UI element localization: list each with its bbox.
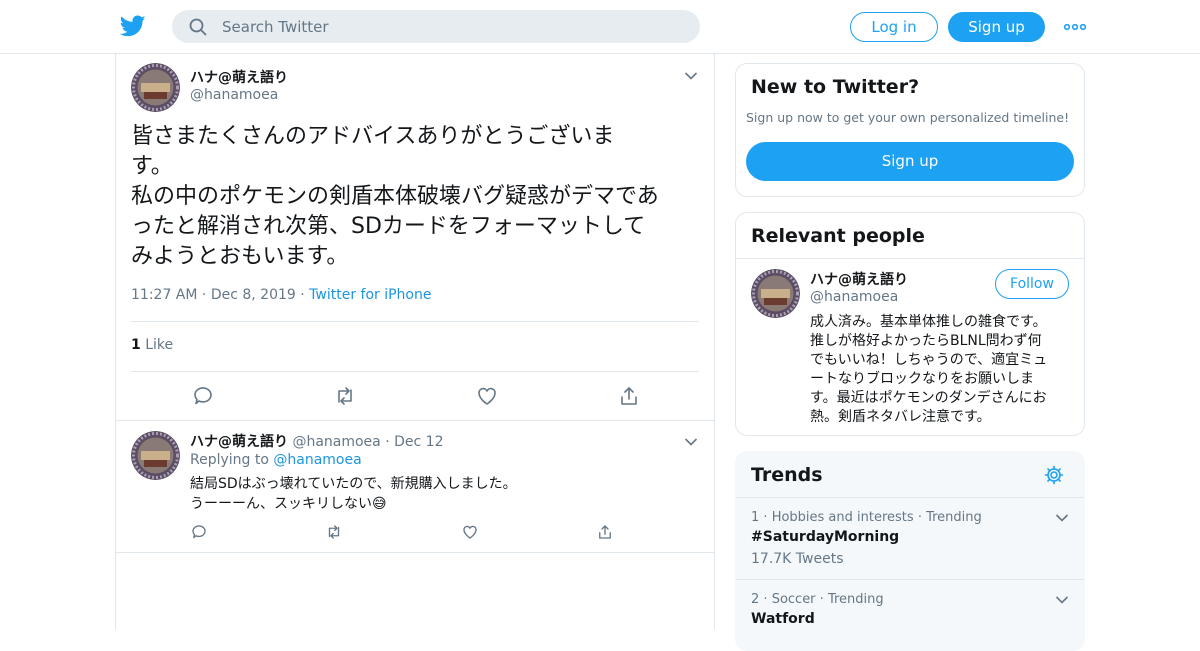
bio-line: す。最近はポケモンのダンデさんにお (810, 390, 1047, 406)
share-icon[interactable] (617, 384, 641, 408)
reply-tweet[interactable]: ハナ@萌え語り @hanamoea · Dec 12 Replying to @… (116, 420, 714, 553)
meta-separator: · (385, 434, 395, 450)
bio-line: でもいいね！しちゃうので、適宜ミュ (810, 352, 1048, 368)
meta-separator: · (201, 287, 211, 303)
chevron-down-icon[interactable] (684, 71, 698, 81)
sweat-smile-emoji: 😅 (372, 496, 387, 512)
reply-text-line: 結局SDはぶっ壊れていたので、新規購入しました。 (190, 476, 517, 492)
reply-icon[interactable] (190, 523, 208, 541)
retweet-icon[interactable] (325, 523, 343, 541)
settings-gear-icon[interactable] (1044, 465, 1064, 485)
person-bio: 成人済み。基本単体推しの雑食です。 推しが格好よかったらBLNL問わず何 でもい… (810, 313, 1047, 427)
replying-to-handle[interactable]: @hanamoea (273, 452, 361, 468)
like-count: 1 (131, 337, 141, 353)
bio-line: 熱。剣盾ネタバレ注意です。 (810, 409, 991, 425)
like-stats[interactable]: 1 Like (131, 337, 173, 353)
trends-card: Trends 1 · Hobbies and interests · Trend… (735, 451, 1085, 651)
avatar[interactable] (131, 63, 180, 112)
card-title: New to Twitter? (751, 76, 920, 98)
card-title: Relevant people (751, 225, 925, 247)
like-heart-icon[interactable] (475, 384, 499, 408)
relevant-people-card: Relevant people ハナ@萌え語り @hanamoea Follow… (735, 212, 1085, 436)
reply-text-line: うーーーん、スッキリしない😅 (190, 494, 517, 514)
divider (131, 371, 699, 372)
avatar-image (131, 431, 180, 480)
meta-separator: · (300, 287, 310, 303)
trend-status: Trending (926, 510, 982, 525)
tweet-text-line: 私の中のポケモンの剣盾本体破壊バグ疑惑がデマであ (131, 184, 659, 209)
trend-rank: 2 (751, 592, 760, 607)
bio-line: 成人済み。基本単体推しの雑食です。 (810, 314, 1047, 330)
meta-separator: · (763, 592, 772, 607)
chevron-down-icon[interactable] (1055, 513, 1069, 523)
reply-icon[interactable] (191, 384, 215, 408)
tweet-text-line: ったと解消され次第、SDカードをフォーマットして (131, 214, 646, 239)
avatar[interactable] (751, 269, 800, 318)
top-navigation-bar: Log in Sign up (0, 0, 1200, 54)
author-handle[interactable]: @hanamoea (190, 87, 278, 103)
meta-separator: · (819, 592, 828, 607)
signup-button[interactable]: Sign up (948, 12, 1045, 42)
trend-name[interactable]: #SaturdayMorning (751, 529, 899, 545)
author-name[interactable]: ハナ@萌え語り (190, 67, 288, 87)
tweet-column: ハナ@萌え語り @hanamoea 皆さまたくさんのアドバイスありがとうございま… (115, 54, 715, 630)
like-label: Like (145, 337, 174, 353)
trend-tweet-count: 17.7K Tweets (751, 551, 844, 567)
author-name[interactable]: ハナ@萌え語り (190, 434, 288, 450)
person-name[interactable]: ハナ@萌え語り (810, 269, 908, 289)
bio-line: ートなりブロックなりをお願いしま (810, 371, 1034, 387)
reply-date[interactable]: Dec 12 (394, 434, 443, 450)
login-button[interactable]: Log in (850, 12, 938, 42)
more-dots-icon[interactable] (1064, 18, 1086, 36)
trend-context: 1 · Hobbies and interests · Trending (751, 510, 982, 525)
trend-category: Soccer (771, 592, 816, 607)
bio-line: 推しが格好よかったらBLNL問わず何 (810, 333, 1042, 349)
trend-item[interactable]: 1 · Hobbies and interests · Trending #Sa… (736, 497, 1084, 579)
avatar-image (131, 63, 180, 112)
chevron-down-icon[interactable] (684, 437, 698, 447)
sidebar-signup-button[interactable]: Sign up (746, 142, 1074, 181)
follow-button[interactable]: Follow (995, 269, 1069, 299)
reply-header: ハナ@萌え語り @hanamoea · Dec 12 (190, 431, 443, 451)
tweet-metadata: 11:27 AM · Dec 8, 2019 · Twitter for iPh… (131, 287, 432, 303)
tweet-source[interactable]: Twitter for iPhone (309, 287, 431, 303)
tweet-time[interactable]: 11:27 AM (131, 287, 197, 303)
person-handle[interactable]: @hanamoea (810, 289, 898, 305)
tweet-text-line: す。 (131, 154, 173, 179)
share-icon[interactable] (596, 523, 614, 541)
tweet-text: 皆さまたくさんのアドバイスありがとうございま す。 私の中のポケモンの剣盾本体破… (131, 122, 701, 272)
divider (736, 258, 1084, 259)
replying-to-label: Replying to (190, 452, 269, 468)
author-handle[interactable]: @hanamoea (292, 434, 380, 450)
trend-category: Hobbies and interests (771, 510, 914, 525)
chevron-down-icon[interactable] (1055, 595, 1069, 605)
search-bar[interactable] (172, 10, 700, 43)
search-icon (189, 18, 207, 36)
meta-separator: · (917, 510, 927, 525)
trend-context: 2 · Soccer · Trending (751, 592, 884, 607)
replying-to: Replying to @hanamoea (190, 452, 362, 468)
trend-item[interactable]: 2 · Soccer · Trending Watford (736, 579, 1084, 650)
trend-status: Trending (827, 592, 884, 607)
divider (131, 321, 699, 322)
avatar-image (751, 269, 800, 318)
avatar[interactable] (131, 431, 180, 480)
twitter-bird-icon[interactable] (120, 13, 146, 39)
trend-name[interactable]: Watford (751, 611, 815, 627)
search-input[interactable] (222, 10, 682, 43)
tweet-date[interactable]: Dec 8, 2019 (211, 287, 296, 303)
tweet-text-line: みようとおもいます。 (131, 244, 349, 269)
like-heart-icon[interactable] (461, 523, 479, 541)
tweet-text-line: 皆さまたくさんのアドバイスありがとうございま (131, 124, 615, 149)
retweet-icon[interactable] (333, 384, 357, 408)
trend-rank: 1 (751, 510, 760, 525)
card-title: Trends (751, 464, 823, 486)
reply-text: 結局SDはぶっ壊れていたので、新規購入しました。 うーーーん、スッキリしない😅 (190, 474, 517, 514)
new-to-twitter-card: New to Twitter? Sign up now to get your … (735, 63, 1085, 197)
reply-text-line-content: うーーーん、スッキリしない (190, 496, 372, 512)
card-subtitle: Sign up now to get your own personalized… (746, 110, 1070, 125)
meta-separator: · (763, 510, 772, 525)
